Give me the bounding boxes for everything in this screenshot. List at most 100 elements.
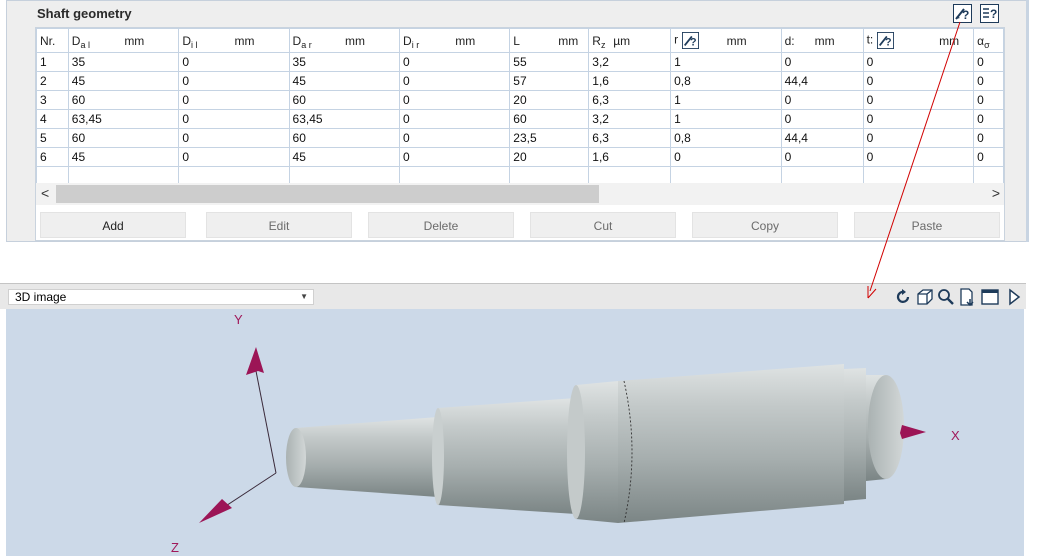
table-cell[interactable]: 1,6 — [588, 147, 672, 167]
table-cell[interactable]: 0 — [178, 109, 290, 129]
table-cell[interactable]: 45 — [288, 71, 401, 91]
table-cell[interactable]: 0 — [399, 52, 511, 72]
scroll-left-icon[interactable]: < — [41, 185, 49, 201]
table-row[interactable]: 2 45 0 45 0 57 1,6 0,8 44,4 0 0 — [36, 71, 1004, 91]
delete-button[interactable]: Delete — [368, 212, 514, 238]
col-header-dir[interactable]: Di r mm — [399, 28, 511, 53]
export-icon[interactable] — [958, 288, 976, 306]
table-cell[interactable]: 0 — [973, 128, 1004, 148]
view-type-select[interactable]: 3D image ▼ — [8, 289, 314, 305]
table-cell[interactable]: 57 — [509, 71, 590, 91]
table-cell[interactable]: 0 — [862, 147, 975, 167]
table-cell[interactable]: 20 — [509, 147, 590, 167]
table-cell[interactable]: 3,2 — [588, 109, 672, 129]
add-button[interactable]: Add — [40, 212, 186, 238]
col-header-dar[interactable]: Da r mm — [288, 28, 401, 53]
table-cell[interactable]: 45 — [67, 71, 180, 91]
table-row[interactable]: 6 45 0 45 0 20 1,6 0 0 0 0 — [36, 147, 1004, 167]
table-cell[interactable]: 0 — [399, 109, 511, 129]
table-cell[interactable]: 0,8 — [670, 71, 782, 91]
col-header-nr[interactable]: Nr. — [36, 28, 69, 53]
table-cell[interactable]: 0 — [862, 52, 975, 72]
table-cell[interactable]: 1,6 — [588, 71, 672, 91]
table-cell[interactable]: 60 — [288, 90, 401, 110]
table-cell[interactable]: 0 — [780, 147, 864, 167]
table-cell[interactable]: 45 — [67, 147, 180, 167]
cut-button[interactable]: Cut — [530, 212, 676, 238]
table-cell[interactable]: 0,8 — [670, 128, 782, 148]
table-cell[interactable]: 55 — [509, 52, 590, 72]
table-cell[interactable]: 35 — [288, 52, 401, 72]
table-cell[interactable]: 1 — [670, 52, 782, 72]
table-cell[interactable]: 44,4 — [780, 128, 864, 148]
table-cell[interactable]: 3 — [36, 90, 69, 110]
table-cell[interactable]: 4 — [36, 109, 69, 129]
chevron-down-icon[interactable]: ▼ — [300, 290, 308, 304]
table-cell[interactable]: 60 — [509, 109, 590, 129]
table-cell[interactable]: 3,2 — [588, 52, 672, 72]
table-cell[interactable]: 45 — [288, 147, 401, 167]
cube-view-icon[interactable] — [916, 288, 934, 306]
col-header-alpha[interactable]: ασ — [973, 28, 1004, 53]
table-cell[interactable]: 0 — [973, 71, 1004, 91]
col-header-dal[interactable]: Da l mm — [67, 28, 180, 53]
table-cell[interactable]: 0 — [862, 109, 975, 129]
3d-viewport[interactable]: Y X Z — [6, 309, 1024, 556]
table-cell[interactable]: 0 — [178, 90, 290, 110]
table-cell[interactable]: 23,5 — [509, 128, 590, 148]
table-cell[interactable]: 1 — [670, 109, 782, 129]
table-cell[interactable]: 63,45 — [67, 109, 180, 129]
table-cell[interactable]: 0 — [780, 90, 864, 110]
table-cell[interactable]: 44,4 — [780, 71, 864, 91]
play-icon[interactable] — [1005, 288, 1023, 306]
rotate-icon[interactable] — [895, 288, 913, 306]
depth-symbol-icon[interactable]: ? — [877, 32, 895, 49]
table-cell[interactable]: 6,3 — [588, 128, 672, 148]
paste-button[interactable]: Paste — [854, 212, 1000, 238]
col-header-rz[interactable]: Rz µm — [588, 28, 672, 53]
zoom-icon[interactable] — [937, 288, 955, 306]
table-cell[interactable]: 6,3 — [588, 90, 672, 110]
table-cell[interactable]: 2 — [36, 71, 69, 91]
table-cell[interactable]: 0 — [399, 128, 511, 148]
table-cell[interactable]: 0 — [862, 90, 975, 110]
table-cell[interactable]: 0 — [973, 109, 1004, 129]
table-cell[interactable]: 35 — [67, 52, 180, 72]
col-header-dil[interactable]: Di l mm — [178, 28, 290, 53]
table-cell[interactable]: 0 — [399, 147, 511, 167]
table-cell[interactable]: 0 — [862, 71, 975, 91]
horizontal-scrollbar[interactable]: < > — [36, 183, 1004, 205]
table-cell[interactable]: 0 — [862, 128, 975, 148]
table-cell[interactable]: 60 — [67, 128, 180, 148]
list-help-icon[interactable]: ? — [980, 4, 999, 23]
window-icon[interactable] — [981, 288, 999, 306]
table-cell[interactable]: 1 — [36, 52, 69, 72]
table-cell[interactable]: 0 — [973, 90, 1004, 110]
table-row[interactable]: 4 63,45 0 63,45 0 60 3,2 1 0 0 0 — [36, 109, 1004, 129]
edit-symbol-icon[interactable]: ? — [953, 4, 972, 23]
table-row[interactable]: 1 35 0 35 0 55 3,2 1 0 0 0 — [36, 52, 1004, 72]
table-cell[interactable]: 0 — [670, 147, 782, 167]
col-header-d[interactable]: d: mm — [780, 28, 864, 53]
col-header-l[interactable]: Lmm — [509, 28, 590, 53]
scroll-right-icon[interactable]: > — [992, 185, 1000, 201]
copy-button[interactable]: Copy — [692, 212, 838, 238]
table-cell[interactable]: 1 — [670, 90, 782, 110]
table-cell[interactable]: 60 — [288, 128, 401, 148]
col-header-t[interactable]: t:? mm — [862, 28, 975, 53]
table-cell[interactable]: 0 — [973, 147, 1004, 167]
table-cell[interactable]: 0 — [178, 71, 290, 91]
table-cell[interactable]: 0 — [780, 109, 864, 129]
col-header-r[interactable]: r? mm — [670, 28, 782, 53]
radius-symbol-icon[interactable]: ? — [682, 32, 700, 49]
table-row[interactable]: 5 60 0 60 0 23,5 6,3 0,8 44,4 0 0 — [36, 128, 1004, 148]
table-cell[interactable]: 0 — [178, 147, 290, 167]
table-cell[interactable]: 0 — [780, 52, 864, 72]
edit-button[interactable]: Edit — [206, 212, 352, 238]
table-cell[interactable]: 63,45 — [288, 109, 401, 129]
table-cell[interactable]: 6 — [36, 147, 69, 167]
table-cell[interactable]: 0 — [973, 52, 1004, 72]
table-row[interactable]: 3 60 0 60 0 20 6,3 1 0 0 0 — [36, 90, 1004, 110]
scrollbar-thumb[interactable] — [56, 185, 599, 203]
table-cell[interactable]: 60 — [67, 90, 180, 110]
